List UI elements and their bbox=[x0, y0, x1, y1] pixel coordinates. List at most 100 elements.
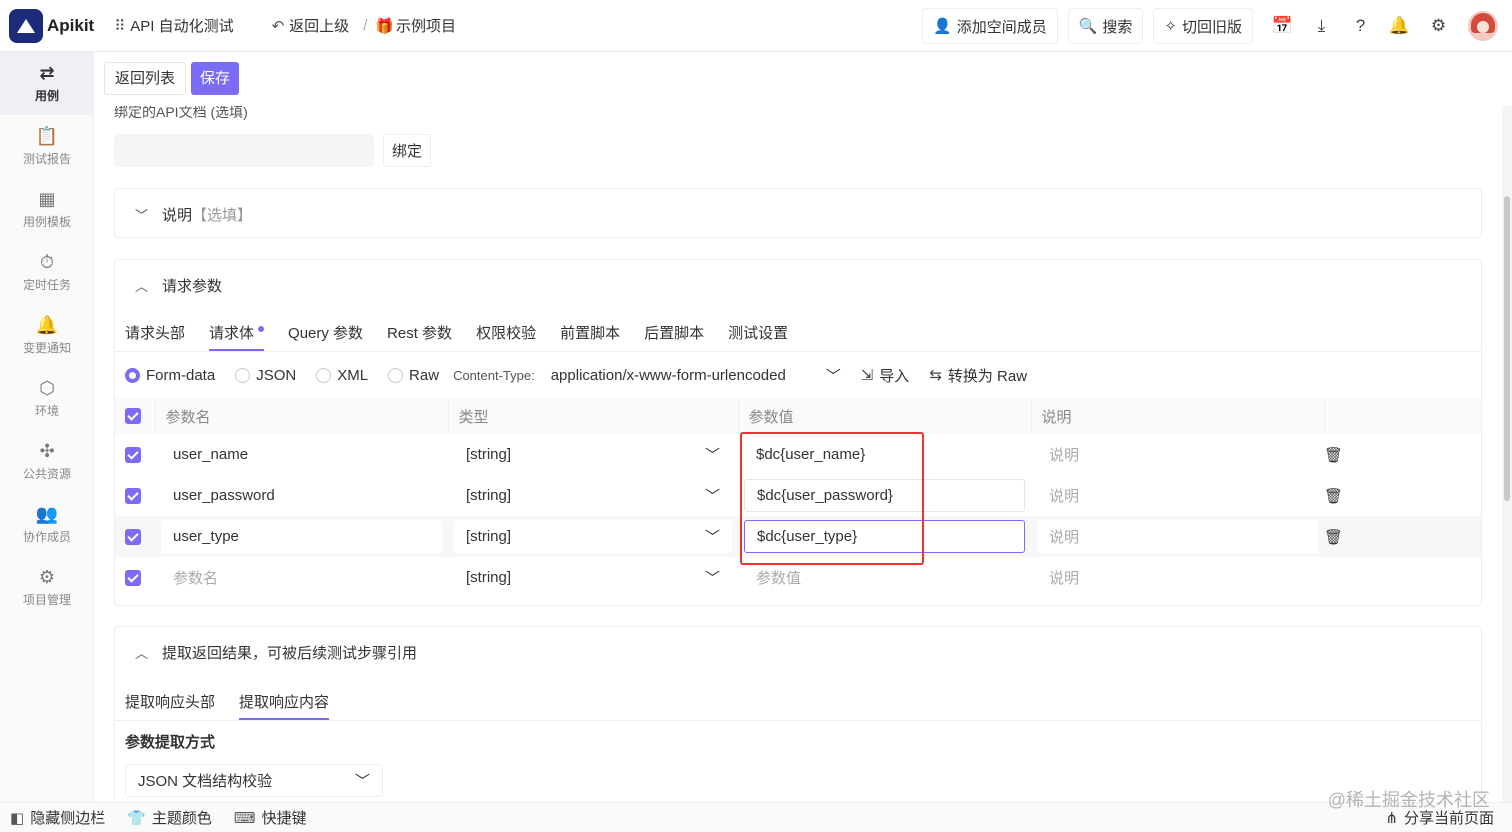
add-member-label: 添加空间成员 bbox=[956, 18, 1047, 36]
breadcrumb-current[interactable]: 🎁 示例项目 bbox=[375, 15, 456, 36]
sidebar-item-env[interactable]: ⬡ 环境 bbox=[0, 367, 94, 430]
sidebar-item-label: 测试报告 bbox=[22, 152, 71, 166]
sidebar-item-timer[interactable]: ⏱ 定时任务 bbox=[0, 241, 94, 304]
sidebar-item-members[interactable]: 👥 协作成员 bbox=[0, 493, 94, 556]
tab-settings[interactable]: 测试设置 bbox=[728, 322, 788, 351]
param-type-select[interactable]: [string] ﹀ bbox=[454, 479, 732, 512]
content-type-value: application/x-www-form-urlencoded bbox=[550, 366, 786, 384]
sidebar-item-label: 定时任务 bbox=[22, 278, 71, 292]
bell-icon[interactable]: 🔔 bbox=[1380, 16, 1419, 36]
convert-raw-button[interactable]: ⇆ 转换为 Raw bbox=[929, 365, 1027, 386]
shirt-icon: 👕 bbox=[127, 809, 146, 827]
row-checkbox[interactable] bbox=[125, 528, 141, 545]
param-name-input[interactable]: user_type bbox=[161, 520, 442, 553]
sidebar-item-label: 环境 bbox=[34, 404, 59, 418]
param-name-input[interactable]: 参数名 bbox=[161, 561, 442, 594]
breadcrumb-label: 示例项目 bbox=[396, 18, 457, 35]
param-desc-input[interactable]: 说明 bbox=[1037, 479, 1318, 512]
radio-label: XML bbox=[337, 366, 369, 384]
radio-json[interactable]: JSON bbox=[235, 367, 296, 384]
tab-query[interactable]: Query 参数 bbox=[288, 322, 363, 351]
bind-doc-input[interactable] bbox=[114, 134, 374, 167]
bind-doc-label: 绑定的API文档 (选填) bbox=[114, 106, 248, 120]
param-type-select[interactable]: [string] ﹀ bbox=[454, 520, 732, 553]
hide-sidebar-button[interactable]: ◧ 隐藏侧边栏 bbox=[10, 807, 105, 828]
switch-old-button[interactable]: ✧ 切回旧版 bbox=[1153, 8, 1253, 44]
extract-header[interactable]: ︿ 提取返回结果，可被后续测试步骤引用 bbox=[115, 627, 1481, 677]
sidebar-item-project[interactable]: ⚙ 项目管理 bbox=[0, 556, 94, 619]
delete-row-icon[interactable]: 🗑 bbox=[1324, 516, 1481, 557]
sidebar-item-resources[interactable]: ✣ 公共资源 bbox=[0, 430, 94, 493]
project-name[interactable]: API 自动化测试 bbox=[130, 15, 233, 36]
help-icon[interactable]: ? bbox=[1341, 16, 1380, 36]
param-desc-input[interactable]: 说明 bbox=[1037, 520, 1318, 553]
param-type-select[interactable]: [string] ﹀ bbox=[454, 561, 732, 594]
sidebar: ⇄ 用例 📋 测试报告 ▦ 用例模板 ⏱ 定时任务 🔔 变更通知 ⬡ 环境 ✣ 公共资源 👥 协… bbox=[0, 52, 94, 802]
tab-headers[interactable]: 请求头部 bbox=[125, 322, 185, 351]
sidebar-item-cases[interactable]: ⇄ 用例 bbox=[0, 52, 94, 115]
tab-extract-content[interactable]: 提取响应内容 bbox=[239, 691, 330, 720]
param-value-input[interactable]: $dc{user_password} bbox=[744, 479, 1025, 512]
tab-extract-headers[interactable]: 提取响应头部 bbox=[125, 691, 215, 720]
content-type-select[interactable]: application/x-www-form-urlencoded ﹀ bbox=[551, 365, 841, 386]
users-icon: 👥 bbox=[35, 504, 59, 524]
sidebar-item-notify[interactable]: 🔔 变更通知 bbox=[0, 304, 94, 367]
request-params-header[interactable]: ︿ 请求参数 bbox=[115, 260, 1481, 310]
breadcrumb-separator: / bbox=[363, 17, 368, 34]
user-avatar[interactable] bbox=[1468, 11, 1498, 41]
save-button[interactable]: 保存 bbox=[191, 62, 240, 95]
type-value: [string] bbox=[466, 528, 512, 545]
scrollbar[interactable] bbox=[1502, 106, 1512, 802]
radio-raw[interactable]: Raw bbox=[388, 367, 439, 384]
sidebar-item-report[interactable]: 📋 测试报告 bbox=[0, 115, 94, 178]
back-up-link[interactable]: ↶ 返回上级 bbox=[272, 15, 350, 36]
radio-label: Form-data bbox=[146, 366, 216, 384]
tab-pre-script[interactable]: 前置脚本 bbox=[560, 322, 620, 351]
param-value-input[interactable]: 参数值 bbox=[744, 561, 1025, 594]
description-header[interactable]: ﹀ 说明 【选填】 bbox=[115, 189, 1481, 239]
radio-form-data[interactable]: Form-data bbox=[125, 367, 215, 384]
delete-row-icon[interactable]: 🗑 bbox=[1324, 434, 1481, 475]
tab-body[interactable]: 请求体 bbox=[209, 322, 265, 351]
search-button[interactable]: 🔍 搜索 bbox=[1067, 8, 1144, 44]
param-value-input[interactable]: $dc{user_type} bbox=[744, 520, 1025, 553]
sidebar-item-template[interactable]: ▦ 用例模板 bbox=[0, 178, 94, 241]
row-checkbox[interactable] bbox=[125, 569, 141, 586]
add-member-button[interactable]: 👤 添加空间成员 bbox=[922, 8, 1058, 44]
param-value-input[interactable]: $dc{user_name} bbox=[744, 438, 1025, 471]
theme-button[interactable]: 👕 主题颜色 bbox=[127, 807, 212, 828]
bind-button[interactable]: 绑定 bbox=[383, 134, 431, 167]
cube-icon: ⬡ bbox=[39, 378, 55, 398]
param-desc-input[interactable]: 说明 bbox=[1037, 561, 1318, 594]
tab-auth[interactable]: 权限校验 bbox=[476, 322, 536, 351]
grid-menu-icon[interactable]: ⠿ bbox=[114, 17, 125, 35]
param-name-input[interactable]: user_password bbox=[161, 479, 442, 512]
sidebar-item-label: 协作成员 bbox=[22, 530, 71, 544]
app-logo[interactable]: Apikit bbox=[9, 8, 94, 43]
download-icon[interactable]: ⤓ bbox=[1302, 16, 1341, 36]
tab-rest[interactable]: Rest 参数 bbox=[387, 322, 452, 351]
row-checkbox[interactable] bbox=[125, 446, 141, 463]
calendar-icon[interactable]: 📅 bbox=[1263, 16, 1302, 36]
col-actions bbox=[1324, 398, 1481, 434]
param-name-input[interactable]: user_name bbox=[161, 438, 442, 471]
radio-label: JSON bbox=[256, 366, 297, 384]
radio-xml[interactable]: XML bbox=[316, 367, 368, 384]
row-checkbox[interactable] bbox=[125, 487, 141, 504]
type-value: [string] bbox=[466, 487, 512, 504]
import-button[interactable]: ⇲ 导入 bbox=[861, 365, 910, 386]
back-list-button[interactable]: 返回列表 bbox=[104, 62, 187, 95]
settings-icon[interactable]: ⚙ bbox=[1419, 16, 1458, 36]
top-bar: Apikit ⠿ API 自动化测试 ↶ 返回上级 / 🎁 示例项目 👤 添加空间… bbox=[0, 0, 1512, 52]
tab-post-script[interactable]: 后置脚本 bbox=[644, 322, 704, 351]
extract-method-select[interactable]: JSON 文档结构校验 ﹀ bbox=[125, 764, 383, 797]
table-row: user_password [string] ﹀ $dc{user_passwor… bbox=[115, 475, 1481, 516]
report-icon: 📋 bbox=[35, 126, 59, 146]
param-type-select[interactable]: [string] ﹀ bbox=[454, 438, 732, 471]
shortcuts-button[interactable]: ⌨ 快捷键 bbox=[234, 807, 307, 828]
param-desc-input[interactable]: 说明 bbox=[1037, 438, 1318, 471]
select-all-checkbox[interactable] bbox=[125, 408, 141, 424]
table-row: user_name [string] ﹀ $dc{user_name} 说明 🗑 bbox=[115, 434, 1481, 475]
delete-row-icon[interactable]: 🗑 bbox=[1324, 475, 1481, 516]
scrollbar-thumb[interactable] bbox=[1504, 196, 1510, 501]
